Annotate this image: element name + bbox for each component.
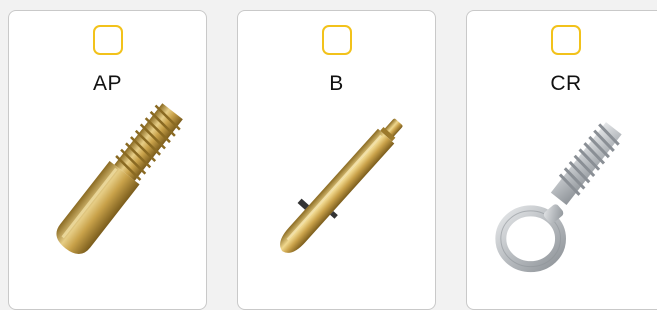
eye-bolt-icon: [495, 122, 622, 273]
threaded-brass-pin-icon: [56, 103, 183, 254]
product-options: AP B CR: [0, 0, 657, 310]
option-checkbox-b[interactable]: [321, 25, 352, 55]
option-card-cr[interactable]: CR: [466, 10, 657, 310]
option-checkbox-cr[interactable]: [551, 25, 581, 55]
option-card-ap[interactable]: AP: [8, 10, 207, 310]
option-card-b[interactable]: B: [237, 10, 436, 310]
brass-pin-with-side-knob-icon: [280, 118, 403, 253]
option-checkbox-ap[interactable]: [92, 25, 123, 55]
